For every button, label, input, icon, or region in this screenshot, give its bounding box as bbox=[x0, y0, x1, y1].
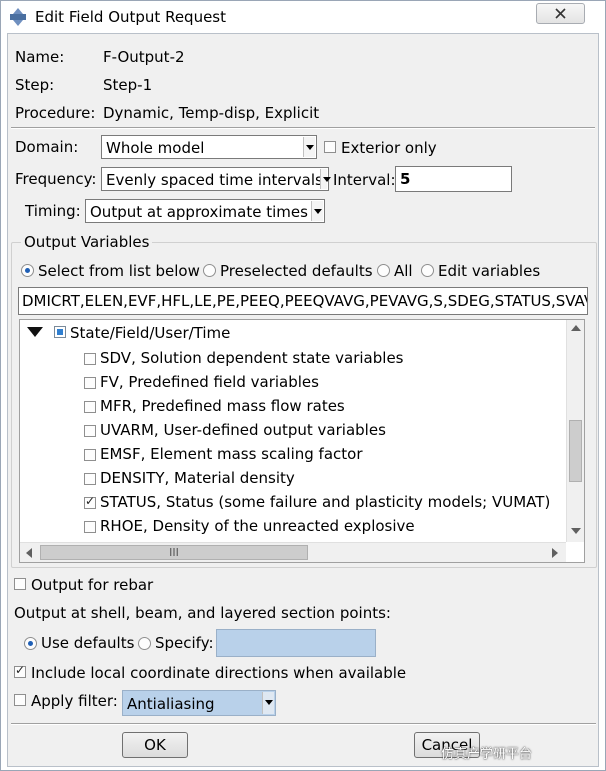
vertical-scrollbar[interactable] bbox=[566, 320, 584, 542]
radio-all[interactable] bbox=[377, 264, 390, 277]
title-bar[interactable]: Edit Field Output Request bbox=[1, 1, 605, 33]
apply-filter-label: Apply filter: bbox=[31, 692, 118, 710]
timing-select-value: Output at approximate times bbox=[90, 203, 308, 221]
chevron-down-icon[interactable] bbox=[320, 169, 331, 189]
close-icon bbox=[555, 8, 566, 19]
frequency-select[interactable]: Evenly spaced time intervals bbox=[101, 167, 331, 191]
tree-item-checkbox[interactable] bbox=[84, 377, 96, 389]
timing-label: Timing: bbox=[25, 202, 81, 220]
output-variables-title: Output Variables bbox=[21, 233, 153, 251]
close-button[interactable] bbox=[536, 3, 585, 24]
chevron-down-icon[interactable] bbox=[303, 137, 315, 157]
interval-value: 5 bbox=[400, 170, 411, 188]
radio-edit-variables[interactable] bbox=[421, 264, 434, 277]
chevron-down-icon[interactable] bbox=[311, 201, 323, 221]
chevron-down-icon[interactable] bbox=[262, 692, 274, 714]
domain-label: Domain: bbox=[15, 138, 79, 156]
expand-triangle-icon[interactable] bbox=[27, 326, 43, 338]
tree-item-label: FV, Predefined field variables bbox=[100, 373, 319, 391]
radio-preselected-defaults-label: Preselected defaults bbox=[220, 262, 373, 280]
variables-tree: State/Field/User/Time SDV, Solution depe… bbox=[19, 319, 585, 563]
scroll-down-icon[interactable] bbox=[571, 528, 581, 534]
divider bbox=[11, 127, 595, 129]
specify-input[interactable] bbox=[216, 629, 376, 657]
exterior-only-checkbox[interactable] bbox=[324, 141, 336, 153]
tree-item-checkbox[interactable] bbox=[84, 353, 96, 365]
radio-use-defaults-label: Use defaults bbox=[41, 634, 135, 652]
radio-select-from-list[interactable] bbox=[21, 264, 34, 277]
tree-item-label: SDV, Solution dependent state variables bbox=[100, 349, 404, 367]
app-icon bbox=[10, 8, 26, 26]
ok-button[interactable]: OK bbox=[122, 732, 188, 758]
timing-select[interactable]: Output at approximate times bbox=[85, 199, 325, 223]
filter-select-value: Antialiasing bbox=[127, 695, 215, 713]
tree-item-checkbox[interactable] bbox=[84, 473, 96, 485]
step-label: Step: bbox=[15, 76, 55, 94]
tree-item-label: STATUS, Status (some failure and plastic… bbox=[100, 493, 551, 511]
variables-text: DMICRT,ELEN,EVF,HFL,LE,PE,PEEQ,PEEQVAVG,… bbox=[22, 292, 588, 310]
dialog-title: Edit Field Output Request bbox=[35, 8, 227, 26]
vertical-scroll-thumb[interactable] bbox=[569, 420, 582, 482]
step-value: Step-1 bbox=[103, 76, 153, 94]
apply-filter-checkbox[interactable] bbox=[14, 694, 26, 706]
frequency-select-value: Evenly spaced time intervals bbox=[106, 171, 323, 189]
exterior-only-label: Exterior only bbox=[341, 139, 437, 157]
scroll-right-icon[interactable] bbox=[552, 548, 558, 558]
radio-use-defaults[interactable] bbox=[24, 637, 37, 650]
tree-item-label: RHOE, Density of the unreacted explosive bbox=[100, 517, 415, 535]
radio-specify-label: Specify: bbox=[155, 634, 214, 652]
output-for-rebar-label: Output for rebar bbox=[31, 576, 154, 594]
tree-group-label: State/Field/User/Time bbox=[70, 324, 231, 342]
filter-select[interactable]: Antialiasing bbox=[122, 690, 276, 716]
name-value: F-Output-2 bbox=[103, 48, 185, 66]
domain-select-value: Whole model bbox=[106, 139, 205, 157]
output-for-rebar-checkbox[interactable] bbox=[14, 578, 26, 590]
frequency-label: Frequency: bbox=[15, 170, 97, 188]
radio-all-label: All bbox=[394, 262, 413, 280]
local-coords-label: Include local coordinate directions when… bbox=[31, 664, 407, 682]
tree-item-checkbox[interactable] bbox=[84, 401, 96, 413]
radio-preselected-defaults[interactable] bbox=[203, 264, 216, 277]
tree-item-label: EMSF, Element mass scaling factor bbox=[100, 445, 363, 463]
watermark-text: 仿真产学研平台 bbox=[441, 747, 533, 762]
divider bbox=[11, 723, 596, 725]
procedure-label: Procedure: bbox=[15, 104, 96, 122]
horizontal-scrollbar[interactable]: III bbox=[20, 542, 566, 562]
tree-item-label: UVARM, User-defined output variables bbox=[100, 421, 386, 439]
domain-select[interactable]: Whole model bbox=[101, 135, 317, 159]
radio-specify[interactable] bbox=[138, 637, 151, 650]
radio-select-from-list-label: Select from list below bbox=[38, 262, 200, 280]
interval-input[interactable]: 5 bbox=[395, 166, 512, 192]
section-points-label: Output at shell, beam, and layered secti… bbox=[14, 604, 391, 622]
group-checkbox[interactable] bbox=[54, 326, 66, 338]
tree-item-checkbox[interactable] bbox=[84, 425, 96, 437]
interval-label: Interval: bbox=[333, 171, 396, 189]
tree-item-label: DENSITY, Material density bbox=[100, 469, 295, 487]
local-coords-checkbox[interactable] bbox=[14, 663, 26, 678]
name-label: Name: bbox=[15, 48, 65, 66]
procedure-value: Dynamic, Temp-disp, Explicit bbox=[103, 104, 320, 122]
dialog-window: Edit Field Output Request Name: F-Output… bbox=[0, 0, 606, 771]
scroll-grip: III bbox=[169, 546, 179, 559]
tree-item-checkbox[interactable] bbox=[84, 494, 96, 509]
radio-edit-variables-label: Edit variables bbox=[438, 262, 541, 280]
scroll-left-icon[interactable] bbox=[26, 548, 32, 558]
tree-item-checkbox[interactable] bbox=[84, 521, 96, 533]
tree-item-label: MFR, Predefined mass flow rates bbox=[100, 397, 345, 415]
scroll-up-icon[interactable] bbox=[571, 325, 581, 331]
variables-text-field[interactable]: DMICRT,ELEN,EVF,HFL,LE,PE,PEEQ,PEEQVAVG,… bbox=[18, 287, 588, 315]
tree-item-checkbox[interactable] bbox=[84, 449, 96, 461]
horizontal-scroll-thumb[interactable]: III bbox=[40, 545, 308, 560]
